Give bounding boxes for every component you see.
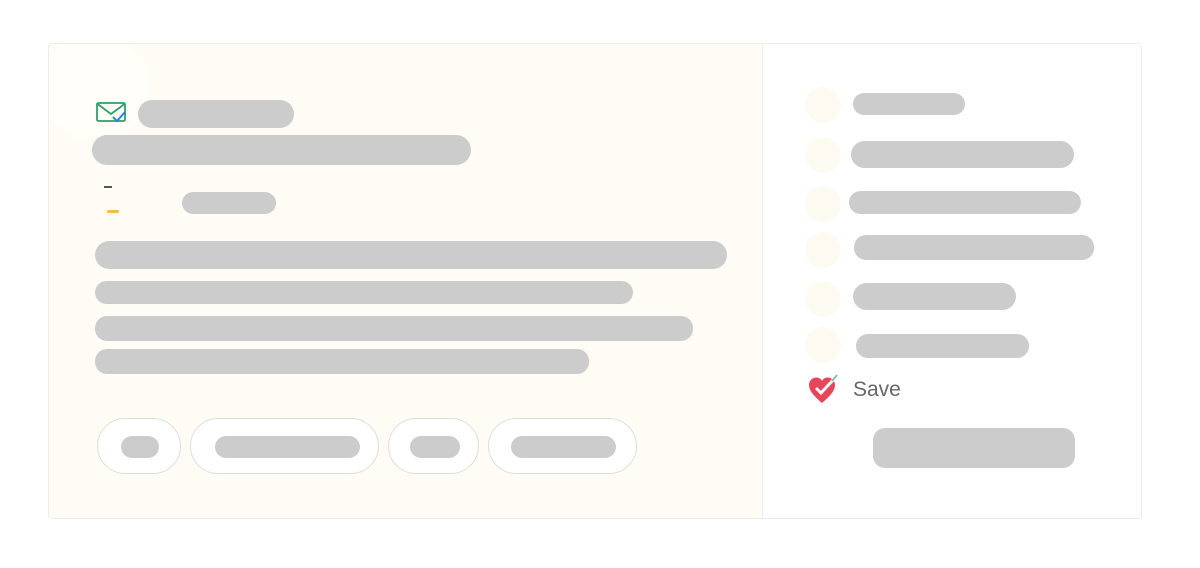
sidebar-item-icon xyxy=(805,186,841,222)
corner-decoration xyxy=(49,44,149,140)
sidebar-item-icon xyxy=(805,327,841,363)
sidebar-item-label[interactable] xyxy=(856,334,1029,358)
sidebar-item-label[interactable] xyxy=(854,235,1094,260)
description-line xyxy=(95,349,589,374)
mail-check-icon xyxy=(96,102,126,123)
sidebar-item-label[interactable] xyxy=(853,283,1016,310)
title-placeholder xyxy=(92,135,471,165)
sidebar-item-label[interactable] xyxy=(849,191,1081,214)
sidebar-item-icon xyxy=(805,232,841,268)
author-name-placeholder xyxy=(182,192,276,214)
sidebar-item-icon xyxy=(805,87,841,123)
save-label: Save xyxy=(853,378,901,401)
primary-action-button[interactable] xyxy=(873,428,1075,468)
sidebar-item-label[interactable] xyxy=(853,93,965,115)
tag-chip-label xyxy=(511,436,616,458)
save-button[interactable]: Save xyxy=(807,373,1007,407)
tag-chip[interactable] xyxy=(190,418,379,474)
tag-chip[interactable] xyxy=(388,418,479,474)
tag-chip[interactable] xyxy=(97,418,181,474)
tag-chip-label xyxy=(215,436,360,458)
author-avatar xyxy=(101,186,131,216)
description-line xyxy=(95,316,693,341)
sidebar-item-icon xyxy=(805,137,841,173)
sidebar-item-icon xyxy=(805,281,841,317)
tag-chip-label xyxy=(121,436,159,458)
sidebar: Save xyxy=(763,44,1141,518)
description-line xyxy=(95,241,727,269)
description-line xyxy=(95,281,633,304)
subtitle-placeholder xyxy=(138,100,294,128)
heart-check-icon xyxy=(809,374,838,403)
main-panel xyxy=(49,44,763,518)
sidebar-item-label[interactable] xyxy=(851,141,1074,168)
tag-chip-label xyxy=(410,436,460,458)
tag-chip[interactable] xyxy=(488,418,637,474)
card: Save xyxy=(48,43,1142,519)
